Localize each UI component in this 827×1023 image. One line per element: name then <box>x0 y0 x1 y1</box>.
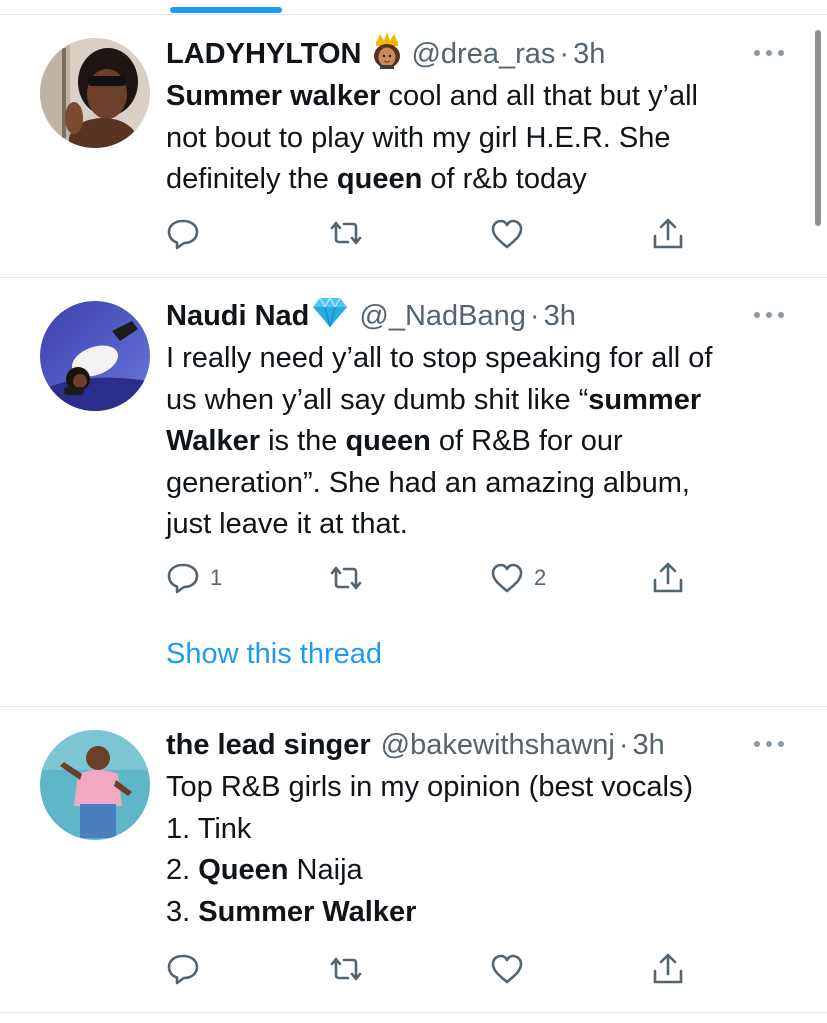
like-button[interactable] <box>490 953 534 985</box>
tweet-text-line: not bout to play with my girl H.E.R. She <box>166 118 796 160</box>
share-button[interactable] <box>652 952 684 986</box>
display-name[interactable]: Naudi Nad <box>166 298 309 334</box>
tweet-text-line: Summer walker cool and all that but y’al… <box>166 76 796 118</box>
text-segment: I really need y’all to stop speaking for… <box>166 342 713 374</box>
timestamp[interactable]: 3h <box>544 298 576 334</box>
tweet-text: Top R&B girls in my opinion (best vocals… <box>166 767 796 933</box>
highlighted-term: summer <box>588 383 702 416</box>
tweet-header: LADYHYLTON @drea_ras · 3h <box>166 31 605 72</box>
display-name[interactable]: the lead singer <box>166 727 371 763</box>
text-segment: 1. Tink <box>166 812 252 845</box>
text-segment: just leave it at that. <box>166 508 408 540</box>
heart-icon <box>490 218 524 250</box>
more-options-icon[interactable] <box>754 312 784 320</box>
tweet-the-lead-singer[interactable]: the lead singer @bakewithshawnj · 3h Top… <box>0 727 815 1017</box>
highlighted-term: Summer walker <box>166 80 381 112</box>
tweet-text: Summer walker cool and all that but y’al… <box>166 76 796 201</box>
tweet-text-line: 3. Summer Walker <box>166 892 796 934</box>
tweet-ladyhylton[interactable]: LADYHYLTON @drea_ras · 3h Summer walker … <box>0 31 815 276</box>
tweet-divider <box>0 706 827 707</box>
text-segment: Top R&B girls in my opinion (best vocals… <box>166 771 694 803</box>
like-button[interactable]: 2 <box>490 562 546 594</box>
separator: · <box>559 38 570 70</box>
reply-button[interactable]: 1 <box>166 562 222 594</box>
tweet-text: I really need y’all to stop speaking for… <box>166 338 796 546</box>
share-icon <box>652 952 684 986</box>
tweet-naudi-nad[interactable]: Naudi Nad @_NadBang · 3h I really need y… <box>0 296 815 703</box>
share-button[interactable] <box>652 217 684 251</box>
like-count: 2 <box>534 565 547 590</box>
retweet-icon <box>328 218 364 248</box>
top-divider <box>0 14 827 15</box>
retweet-button[interactable] <box>328 218 364 248</box>
text-segment: cool and all that but y’all <box>380 80 698 112</box>
tweet-divider <box>0 1012 827 1013</box>
highlighted-term: queen <box>345 425 431 457</box>
reply-icon <box>166 562 200 594</box>
timestamp[interactable]: 3h <box>633 727 665 763</box>
heart-icon <box>490 562 524 594</box>
show-thread-link[interactable]: Show this thread <box>166 638 382 671</box>
retweet-icon <box>328 563 364 593</box>
text-segment: Naija <box>288 854 363 886</box>
reply-icon <box>166 218 200 250</box>
tweet-text-line: Top R&B girls in my opinion (best vocals… <box>166 767 796 809</box>
crown-woman-emoji-icon <box>371 31 403 78</box>
tweet-divider <box>0 277 827 278</box>
reply-button[interactable] <box>166 218 210 250</box>
separator: · <box>529 300 540 332</box>
avatar[interactable] <box>40 38 150 148</box>
text-segment: 3. <box>166 895 199 928</box>
handle[interactable]: @_NadBang <box>359 298 526 334</box>
tweet-text-line: 1. Tink <box>166 809 796 851</box>
highlighted-term: queen <box>336 163 423 195</box>
text-segment: 2. <box>166 854 199 886</box>
handle[interactable]: @bakewithshawnj <box>381 727 615 763</box>
text-segment: is the <box>260 425 346 457</box>
tweet-text-line: definitely the queen of r&b today <box>166 159 796 201</box>
avatar[interactable] <box>40 301 150 411</box>
share-button[interactable] <box>652 561 684 595</box>
tweet-header: Naudi Nad @_NadBang · 3h <box>166 296 576 337</box>
retweet-button[interactable] <box>328 563 364 593</box>
highlighted-term: Summer Walker <box>198 895 417 928</box>
more-options-icon[interactable] <box>754 741 784 749</box>
tweet-text-line: just leave it at that. <box>166 504 796 546</box>
tweet-text-line: us when y’all say dumb shit like “summer <box>166 380 796 422</box>
retweet-button[interactable] <box>328 954 364 984</box>
text-segment: of R&B for our <box>430 425 623 457</box>
reply-icon <box>166 953 200 985</box>
text-segment: generation”. She had an amazing album, <box>166 466 690 499</box>
reply-button[interactable] <box>166 953 210 985</box>
tweet-text-line: 2. Queen Naija <box>166 850 796 892</box>
handle[interactable]: @drea_ras <box>411 36 555 72</box>
tweet-text-line: I really need y’all to stop speaking for… <box>166 338 796 380</box>
timestamp[interactable]: 3h <box>573 36 605 72</box>
reply-count: 1 <box>210 565 223 590</box>
text-segment: of r&b today <box>422 163 587 195</box>
more-options-icon[interactable] <box>754 50 784 58</box>
highlighted-term: Walker <box>166 425 261 457</box>
avatar[interactable] <box>40 730 150 840</box>
separator: · <box>618 729 629 761</box>
tweet-text-line: Walker is the queen of R&B for our <box>166 421 796 463</box>
highlighted-term: Queen <box>198 854 289 886</box>
tweet-text-line: generation”. She had an amazing album, <box>166 463 796 505</box>
active-tab-indicator <box>170 7 282 13</box>
text-segment: us when y’all say dumb shit like “ <box>166 383 589 416</box>
gem-emoji-icon <box>311 296 349 337</box>
share-icon <box>652 561 684 595</box>
display-name[interactable]: LADYHYLTON <box>166 36 361 72</box>
retweet-icon <box>328 954 364 984</box>
tweet-header: the lead singer @bakewithshawnj · 3h <box>166 727 665 763</box>
like-button[interactable] <box>490 218 534 250</box>
scrollbar[interactable] <box>815 30 821 226</box>
heart-icon <box>490 953 524 985</box>
text-segment: not bout to play with my girl H.E.R. She <box>166 121 671 154</box>
share-icon <box>652 217 684 251</box>
text-segment: definitely the <box>166 163 337 195</box>
